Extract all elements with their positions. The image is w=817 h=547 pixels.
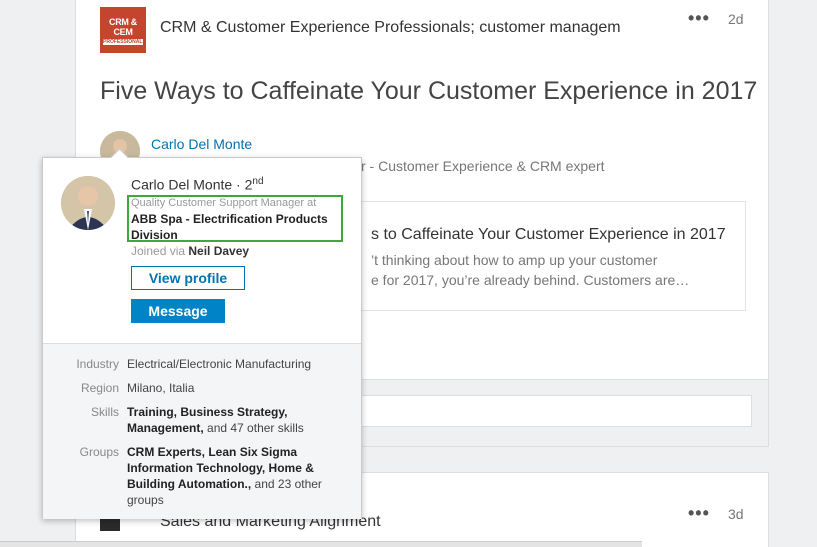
message-button[interactable]: Message [131,299,225,323]
joined-via: Joined via Neil Davey [131,244,250,258]
joined-via-link[interactable]: Neil Davey [188,244,249,258]
horizontal-scrollbar[interactable] [0,541,642,547]
profile-hovercard: Carlo Del Monte · 2nd Quality Customer S… [42,157,362,519]
profile-avatar[interactable] [61,176,115,230]
article-snippet: ’t thinking about how to amp up your cus… [371,252,690,288]
post-age: 3d [728,506,744,522]
post-title[interactable]: Five Ways to Caffeinate Your Customer Ex… [100,77,757,106]
comment-input[interactable] [346,395,752,427]
profile-details: Industry Electrical/Electronic Manufactu… [43,343,361,519]
author-name-link[interactable]: Carlo Del Monte [151,136,252,152]
article-preview[interactable]: s to Caffeinate Your Customer Experience… [348,201,746,311]
article-title[interactable]: s to Caffeinate Your Customer Experience… [371,226,726,244]
view-profile-button[interactable]: View profile [131,266,245,290]
author-headline: r - Customer Experience & CRM expert [361,158,605,174]
group-logo[interactable]: CRM & CEM PROFESSIONALS [100,7,146,53]
group-name-link[interactable]: CRM & Customer Experience Professionals;… [160,19,620,37]
more-options-icon[interactable]: ••• [688,503,710,524]
post-age: 2d [728,11,744,27]
highlight-box [127,195,343,242]
more-options-icon[interactable]: ••• [688,8,710,29]
profile-name[interactable]: Carlo Del Monte · 2nd [131,176,264,193]
